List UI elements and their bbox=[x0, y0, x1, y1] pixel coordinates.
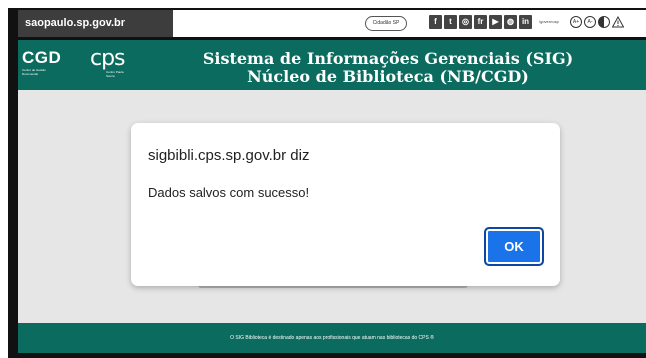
increase-font-button[interactable]: A+ bbox=[570, 16, 582, 28]
youtube-icon[interactable]: ▶ bbox=[489, 15, 502, 29]
cps-logo[interactable]: cps Centro Paula Souza bbox=[90, 46, 132, 79]
linkedin-icon[interactable]: in bbox=[519, 15, 532, 29]
facebook-icon[interactable]: f bbox=[429, 15, 442, 29]
gov-handle: /governosp bbox=[539, 19, 559, 24]
cps-logo-subtitle: Centro Paula Souza bbox=[106, 70, 124, 78]
gov-top-bar: saopaulo.sp.gov.br Cidadão SP f t ◎ fr ▶… bbox=[18, 10, 646, 37]
page-title: Sistema de Informações Gerenciais (SIG) … bbox=[188, 50, 588, 86]
sig-header: CGD Centro de Gestão Documental cps Cent… bbox=[18, 40, 646, 90]
page-title-line2: Núcleo de Biblioteca (NB/CGD) bbox=[247, 67, 529, 86]
cidadao-sp-button[interactable]: Cidadão SP bbox=[365, 16, 407, 31]
social-icons: f t ◎ fr ▶ ◍ in bbox=[429, 15, 532, 31]
cgd-logo-text: CGD bbox=[22, 48, 62, 67]
dialog-origin: sigbibli.cps.sp.gov.br diz bbox=[148, 147, 310, 164]
decrease-font-button[interactable]: A- bbox=[584, 16, 596, 28]
ok-button[interactable]: OK bbox=[484, 227, 544, 266]
flickr-icon[interactable]: fr bbox=[474, 15, 487, 29]
page-title-line1: Sistema de Informações Gerenciais (SIG) bbox=[202, 49, 574, 68]
issuu-icon[interactable]: ◍ bbox=[504, 15, 517, 29]
cgd-logo[interactable]: CGD Centro de Gestão Documental bbox=[22, 48, 62, 76]
twitter-icon[interactable]: t bbox=[444, 15, 457, 29]
cgd-logo-subtitle: Centro de Gestão Documental bbox=[22, 68, 46, 76]
dialog-message: Dados salvos com sucesso! bbox=[148, 185, 310, 200]
gov-domain-link[interactable]: saopaulo.sp.gov.br bbox=[18, 10, 173, 37]
contrast-icon[interactable] bbox=[598, 16, 610, 28]
alert-dialog: sigbibli.cps.sp.gov.br diz Dados salvos … bbox=[131, 123, 560, 286]
warning-icon[interactable] bbox=[612, 16, 624, 28]
footer: O SIG Biblioteca é destinado apenas aos … bbox=[18, 323, 646, 353]
instagram-icon[interactable]: ◎ bbox=[459, 15, 472, 29]
cps-logo-text: cps bbox=[90, 46, 126, 71]
accessibility-tools: A+ A- bbox=[570, 16, 624, 28]
